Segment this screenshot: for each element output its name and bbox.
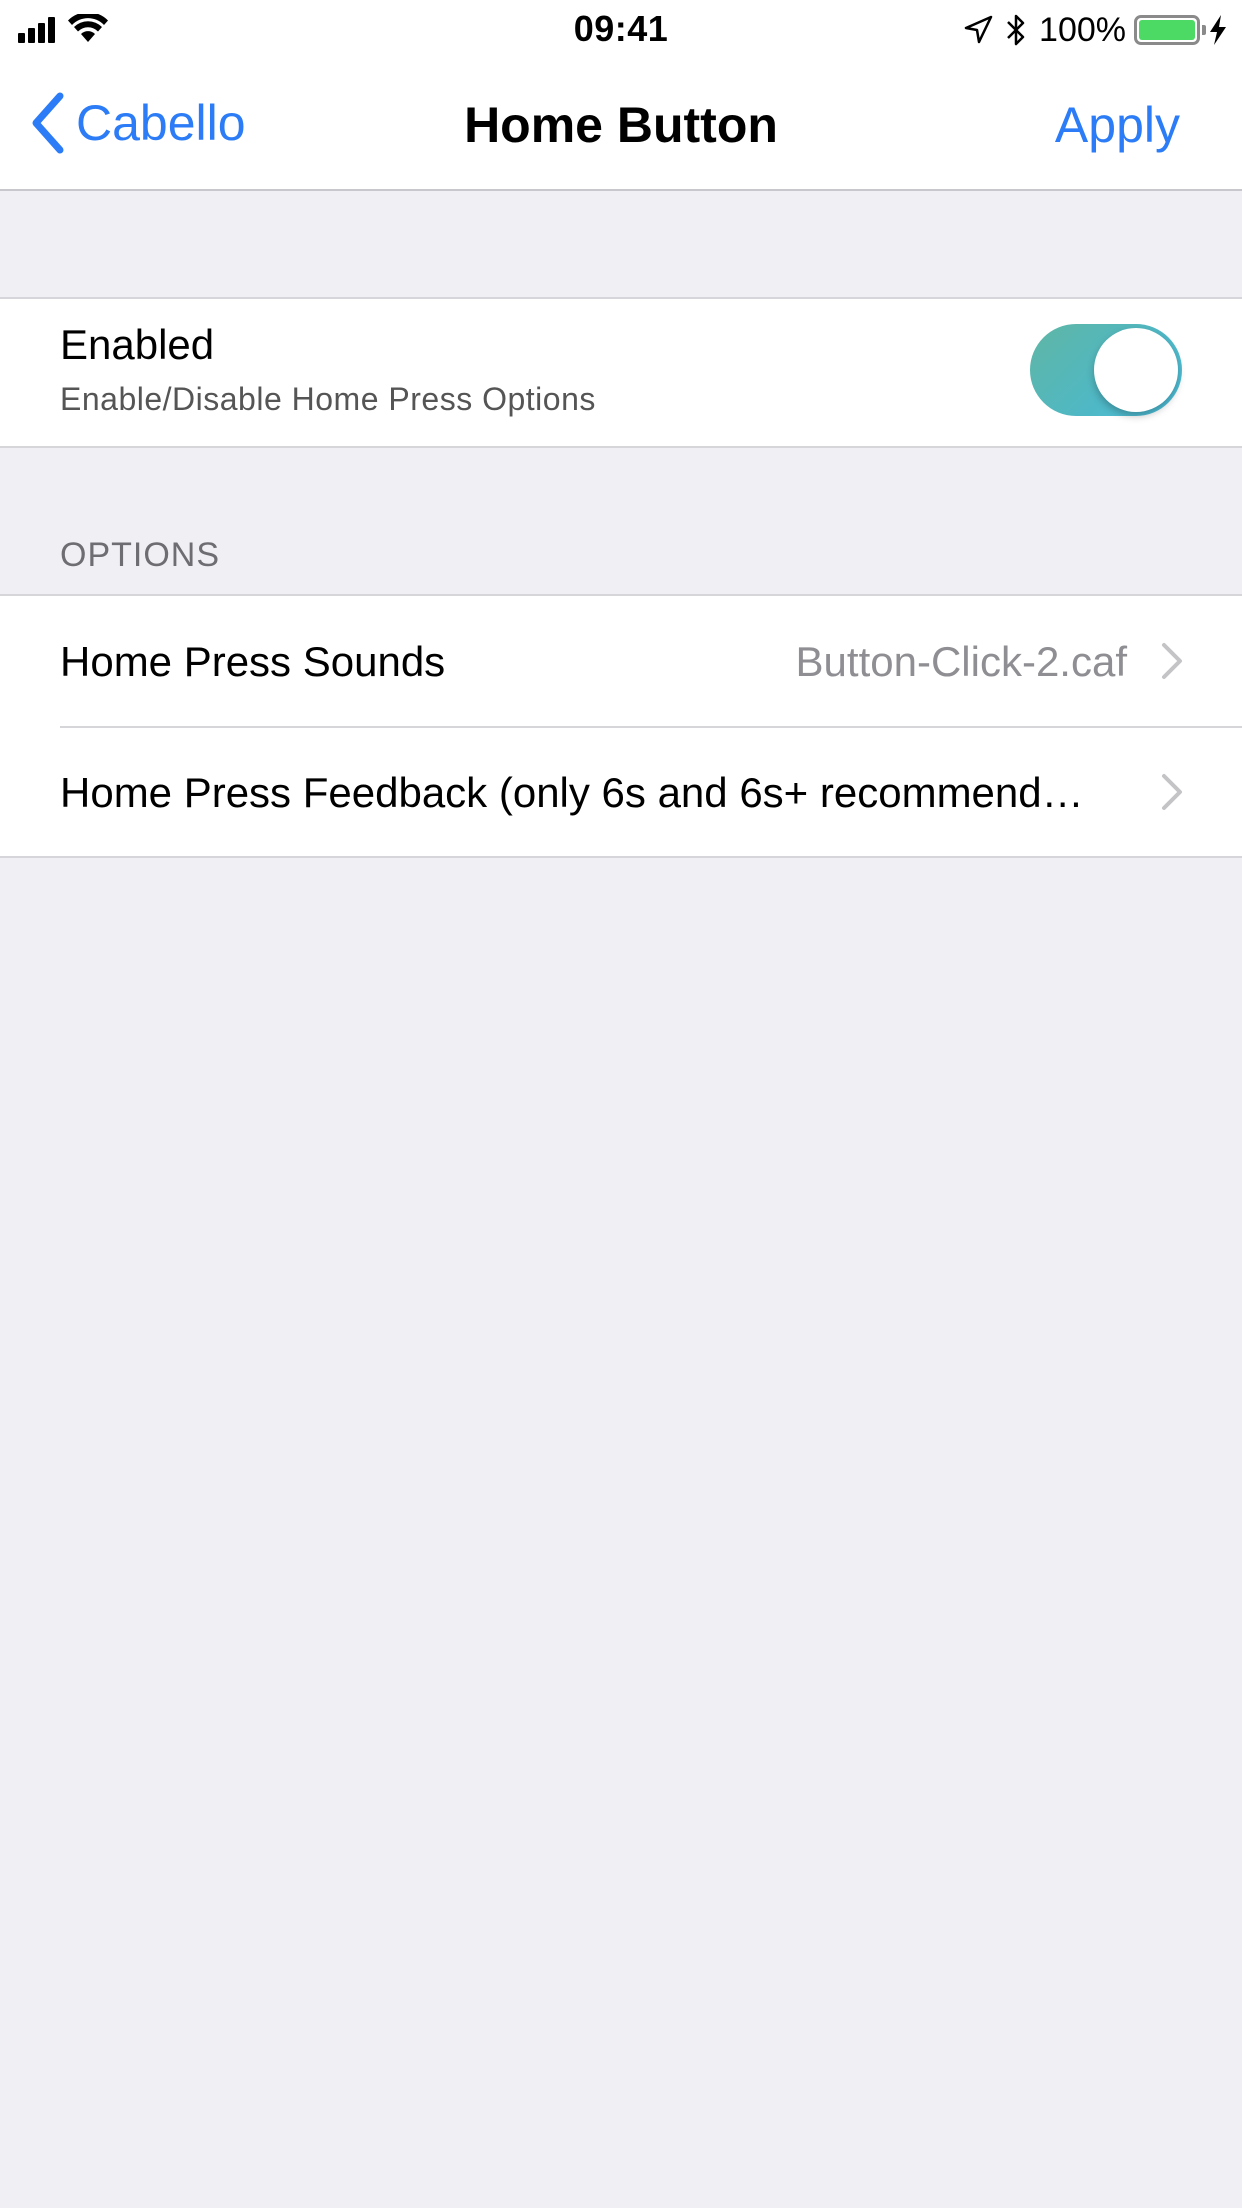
status-right: 100% (963, 8, 1228, 52)
row-value: Button-Click-2.caf (795, 638, 1127, 685)
navigation-bar: Cabello Home Button Apply (0, 60, 1242, 191)
chevron-right-icon (1162, 774, 1182, 810)
enabled-title: Enabled (60, 321, 215, 368)
enabled-cell: Enabled Enable/Disable Home Press Option… (0, 297, 1242, 448)
home-press-sounds-row[interactable]: Home Press Sounds Button-Click-2.caf (0, 596, 1242, 728)
battery-fill (1139, 20, 1195, 40)
chevron-right-icon (1162, 643, 1182, 679)
row-label: Home Press Sounds (60, 638, 446, 685)
charging-icon (1210, 15, 1226, 45)
options-section-header: OPTIONS (60, 536, 221, 574)
status-bar: 09:41 100% (0, 0, 1242, 60)
battery-percent: 100% (1039, 10, 1126, 49)
home-press-feedback-row[interactable]: Home Press Feedback (only 6s and 6s+ rec… (0, 727, 1242, 858)
enabled-toggle[interactable] (1030, 324, 1182, 416)
row-label: Home Press Feedback (only 6s and 6s+ rec… (60, 769, 1084, 816)
location-icon (964, 15, 993, 44)
options-group: Home Press Sounds Button-Click-2.caf Hom… (0, 594, 1242, 858)
battery-icon (1134, 15, 1206, 45)
enabled-subtitle: Enable/Disable Home Press Options (60, 381, 596, 417)
bluetooth-icon (1007, 14, 1025, 46)
toggle-knob (1094, 328, 1178, 412)
apply-button[interactable]: Apply (1055, 96, 1180, 154)
